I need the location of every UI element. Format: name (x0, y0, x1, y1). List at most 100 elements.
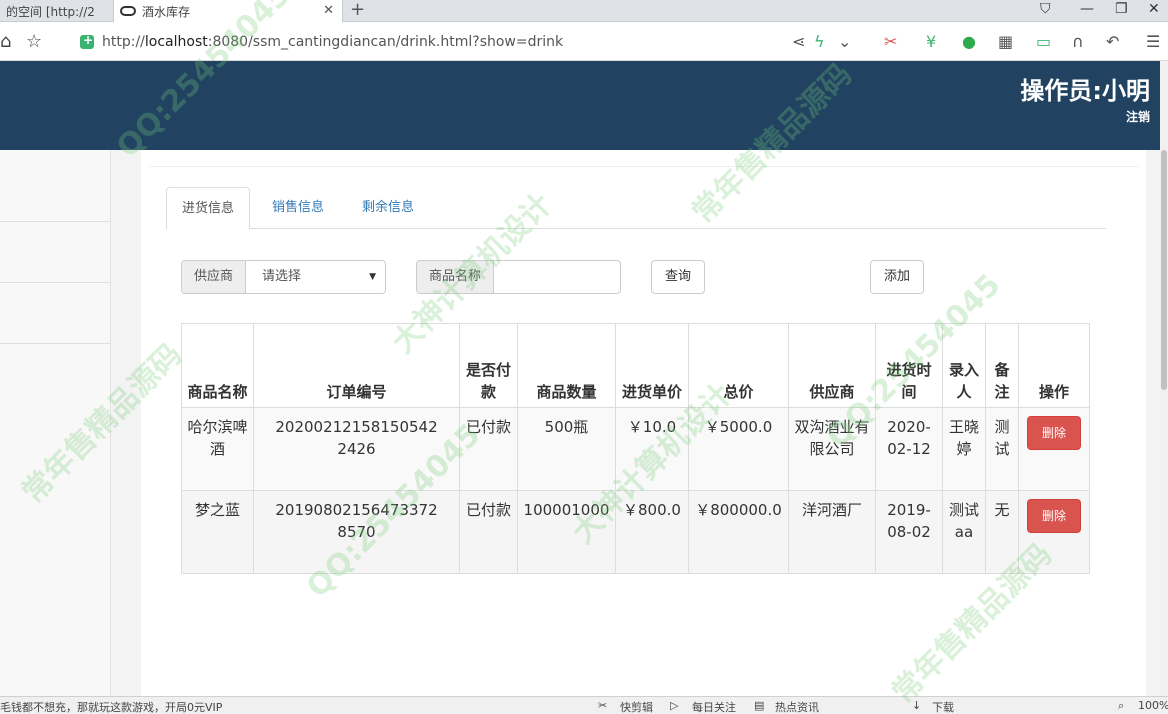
circle-app-icon[interactable]: ● (962, 32, 976, 51)
browser-tab-strip: 的空间 [http://2 酒水库存 ✕ + ⛉ — ❐ ✕ (0, 0, 1168, 22)
url-prefix: http:// (102, 33, 145, 50)
status-zoom[interactable]: 100% (1138, 699, 1168, 712)
star-icon[interactable]: ☆ (26, 31, 42, 52)
address-bar: ⌂ ☆ http://localhost:8080/ssm_cantingdia… (0, 22, 1168, 61)
cell-note: 测试 (985, 407, 1019, 491)
tab-purchase-info[interactable]: 进货信息 (166, 187, 251, 230)
zoom-icon[interactable]: ⌕ (1118, 699, 1124, 713)
sidebar-divider (0, 343, 111, 344)
url-field[interactable]: http://localhost:8080/ssm_cantingdiancan… (80, 28, 870, 55)
cell-operator: 测试aa (942, 490, 986, 574)
headphones-icon[interactable]: ∩ (1072, 32, 1084, 51)
col-header-operator: 录入人 (942, 323, 986, 408)
secure-shield-icon (80, 33, 94, 49)
supplier-filter-group: 供应商 请选择 ▼ (181, 260, 386, 294)
product-name-label: 商品名称 (417, 261, 495, 293)
table-header-row: 商品名称 订单编号 是否付款 商品数量 进货单价 总价 供应商 进货时间 录入人… (181, 323, 1090, 408)
col-header-supplier: 供应商 (788, 323, 876, 408)
operator-name: 操作员:小明 (1020, 77, 1150, 105)
status-item-clip[interactable]: 快剪辑 (620, 699, 653, 714)
status-item-download[interactable]: 下载 (932, 699, 954, 714)
cell-qty: 100001000 (517, 490, 616, 574)
url-rest: :8080/ssm_cantingdiancan/drink.html?show… (207, 33, 564, 50)
cell-qty: 500瓶 (517, 407, 616, 491)
cell-unit-price: ￥800.0 (615, 490, 689, 574)
browser-tab-1[interactable]: 的空间 [http://2 (0, 0, 113, 22)
table-row: 哈尔滨啤酒 20200212158150542​2426 已付款 500瓶 ￥1… (181, 407, 1090, 491)
battery-icon[interactable]: ▭ (1036, 32, 1051, 51)
col-header-action: 操作 (1018, 323, 1090, 408)
grid-icon[interactable]: ▦ (998, 32, 1013, 51)
col-header-name: 商品名称 (181, 323, 254, 408)
status-bar: 毛钱都不想充，那就玩这款游戏，开局0元VIP ✂ 快剪辑 ▷ 每日关注 ▤ 热点… (0, 696, 1168, 714)
cell-operator: 王晓婷 (942, 407, 986, 491)
tab-remaining-info[interactable]: 剩余信息 (347, 187, 429, 229)
col-header-order-no: 订单编号 (253, 323, 460, 408)
cell-total: ￥5000.0 (688, 407, 789, 491)
cell-name: 梦之蓝 (181, 490, 254, 574)
content-panel: 进货信息 销售信息 剩余信息 供应商 请选择 ▼ 商品名称 查询 添加 商品名称… (141, 150, 1146, 696)
nav-tabs: 进货信息 销售信息 剩余信息 (166, 187, 1106, 230)
caret-down-icon: ▼ (369, 272, 377, 282)
browser-tab-2[interactable]: 酒水库存 ✕ (113, 0, 343, 22)
news-icon[interactable]: ▤ (754, 699, 764, 712)
cell-order-no: 20200212158150542​2426 (253, 407, 460, 491)
scrollbar-thumb[interactable] (1161, 150, 1167, 390)
money-icon[interactable]: ¥ (926, 32, 936, 51)
cell-action: 删除 (1018, 490, 1090, 574)
supplier-select-value: 请选择 (262, 269, 302, 284)
delete-button[interactable]: 删除 (1027, 416, 1081, 450)
cell-supplier: 洋河酒厂 (788, 490, 876, 574)
main-content: 进货信息 销售信息 剩余信息 供应商 请选择 ▼ 商品名称 查询 添加 商品名称… (111, 150, 1160, 696)
sidebar-divider (0, 282, 111, 283)
sidebar-divider (0, 221, 111, 222)
restore-icon[interactable]: ❐ (1115, 0, 1128, 22)
home-icon[interactable]: ⌂ (0, 31, 11, 52)
cell-supplier: 双沟酒业有限公司 (788, 407, 876, 491)
download-icon[interactable]: ↓ (912, 699, 921, 712)
supplier-select[interactable]: 请选择 ▼ (246, 261, 383, 293)
menu-icon[interactable]: ☰ (1146, 32, 1160, 51)
divider (149, 166, 1139, 167)
purchase-table: 商品名称 订单编号 是否付款 商品数量 进货单价 总价 供应商 进货时间 录入人… (181, 323, 1090, 574)
scissors-icon[interactable]: ✂ (598, 699, 607, 712)
scissors-icon[interactable]: ✂ (884, 32, 897, 51)
shirt-icon[interactable]: ⛉ (1040, 0, 1051, 22)
new-tab-button[interactable]: + (350, 0, 365, 20)
undo-icon[interactable]: ↶ (1106, 32, 1119, 51)
col-header-note: 备注 (985, 323, 1019, 408)
browser-tab-label: 的空间 [http://2 (6, 4, 95, 19)
cell-total: ￥800000.0 (688, 490, 789, 574)
play-icon[interactable]: ▷ (670, 699, 678, 712)
status-item-hot[interactable]: 热点资讯 (775, 699, 819, 714)
col-header-qty: 商品数量 (517, 323, 616, 408)
delete-button[interactable]: 删除 (1027, 499, 1081, 533)
status-news-link[interactable]: 毛钱都不想充，那就玩这款游戏，开局0元VIP (0, 699, 222, 714)
browser-tab-label: 酒水库存 (142, 4, 191, 19)
cell-paid: 已付款 (459, 490, 518, 574)
sidebar (0, 150, 111, 696)
url-host: localhost (144, 33, 208, 50)
cell-action: 删除 (1018, 407, 1090, 491)
close-window-icon[interactable]: ✕ (1148, 0, 1160, 22)
col-header-paid: 是否付款 (459, 323, 518, 408)
table-row: 梦之蓝 20190802156473372​8570 已付款 100001000… (181, 490, 1090, 574)
close-icon[interactable]: ✕ (323, 3, 334, 18)
cell-unit-price: ￥10.0 (615, 407, 689, 491)
cell-note: 无 (985, 490, 1019, 574)
lightning-icon[interactable]: ϟ (814, 32, 825, 51)
add-button[interactable]: 添加 (870, 260, 924, 294)
tab-sales-info[interactable]: 销售信息 (257, 187, 339, 229)
minimize-icon[interactable]: — (1080, 0, 1094, 22)
product-name-input[interactable] (494, 261, 617, 293)
col-header-total: 总价 (688, 323, 789, 408)
logout-link[interactable]: 注销 (1126, 108, 1150, 125)
cell-paid: 已付款 (459, 407, 518, 491)
query-button[interactable]: 查询 (651, 260, 705, 294)
supplier-label: 供应商 (182, 261, 247, 293)
col-header-unit-price: 进货单价 (615, 323, 689, 408)
share-icon[interactable]: ⋖ (792, 32, 805, 51)
mask-icon (120, 6, 136, 16)
chevron-down-icon[interactable]: ⌄ (838, 32, 851, 51)
status-item-daily[interactable]: 每日关注 (692, 699, 736, 714)
